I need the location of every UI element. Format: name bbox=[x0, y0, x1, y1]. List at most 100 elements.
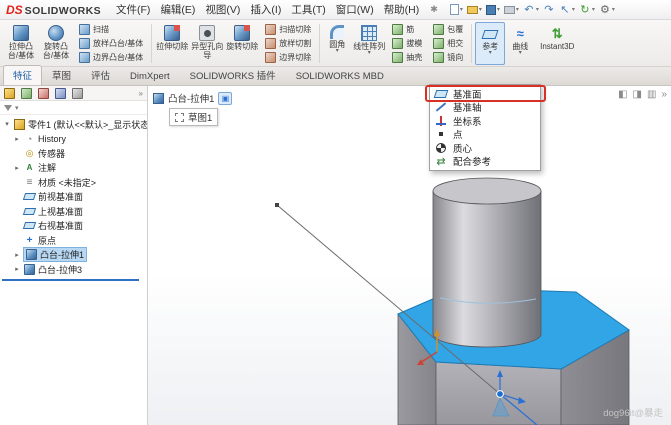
lofted-boss-button[interactable]: 放样凸台/基体 bbox=[76, 37, 146, 50]
swept-boss-button[interactable]: 扫描 bbox=[76, 23, 146, 36]
mate-reference-icon: ⇄ bbox=[435, 155, 447, 167]
displaymanager-tab-icon[interactable] bbox=[72, 88, 83, 99]
cylinder-body[interactable] bbox=[433, 191, 541, 347]
tree-item-boss-extrude1[interactable]: ▸ 凸台-拉伸1 bbox=[0, 248, 147, 263]
breadcrumb-sketch-chip[interactable]: 草图1 bbox=[169, 108, 218, 126]
rebuild-button[interactable]: ↻▾ bbox=[579, 3, 595, 16]
expand-arrow-icon[interactable]: ▸ bbox=[13, 251, 21, 259]
new-document-button[interactable]: ▾ bbox=[450, 4, 463, 15]
extruded-cut-button[interactable]: 拉伸切除 bbox=[155, 22, 189, 65]
intersect-button[interactable]: 相交 bbox=[430, 37, 466, 50]
mirror-button[interactable]: 镜向 bbox=[430, 51, 466, 64]
fillet-button[interactable]: 圆角 ▾ bbox=[323, 22, 351, 65]
rib-button[interactable]: 筋 bbox=[389, 23, 425, 36]
tab-sw-addins[interactable]: SOLIDWORKS 插件 bbox=[180, 65, 286, 85]
tree-item-boss-extrude3[interactable]: ▸ 凸台-拉伸3 bbox=[0, 262, 147, 277]
print-button[interactable]: ▾ bbox=[504, 6, 519, 14]
menu-file[interactable]: 文件(F) bbox=[111, 0, 155, 19]
boundary-cut-button[interactable]: 边界切除 bbox=[262, 51, 314, 64]
menu-item-center-of-mass[interactable]: 质心 bbox=[430, 141, 540, 155]
tree-item-history[interactable]: ▸ ◔ History bbox=[0, 132, 147, 147]
dimxpertmanager-tab-icon[interactable] bbox=[55, 88, 66, 99]
caret-down-icon: ▾ bbox=[516, 6, 519, 13]
open-button[interactable]: ▾ bbox=[467, 6, 482, 14]
revolved-cut-button[interactable]: 旋转切除 bbox=[225, 22, 259, 65]
logo-text: SOLIDWORKS bbox=[25, 5, 101, 17]
extruded-boss-button[interactable]: 拉伸凸台/基体 bbox=[4, 22, 38, 65]
tree-item-top-plane[interactable]: 上视基准面 bbox=[0, 204, 147, 219]
tab-sketch[interactable]: 草图 bbox=[42, 65, 81, 85]
filter-funnel-icon[interactable] bbox=[4, 105, 12, 111]
display-pane-icon-1[interactable]: ◧ bbox=[618, 89, 627, 100]
redo-button[interactable]: ↷ bbox=[543, 3, 555, 16]
boss-feature-stack: 扫描 放样凸台/基体 边界凸台/基体 bbox=[74, 22, 148, 65]
menu-window[interactable]: 窗口(W) bbox=[331, 0, 379, 19]
cylinder-top-face[interactable] bbox=[433, 178, 541, 204]
breadcrumb-feature-row[interactable]: 凸台-拉伸1 ▣ bbox=[153, 91, 232, 105]
graphics-viewport[interactable]: 凸台-拉伸1 ▣ 草图1 ◧ ◨ ▥ » dog96it@暴走 bbox=[148, 86, 671, 425]
rollback-bar[interactable] bbox=[2, 279, 139, 281]
tree-item-material[interactable]: ≡ 材质 <未指定> bbox=[0, 175, 147, 190]
wrap-button[interactable]: 包覆 bbox=[430, 23, 466, 36]
lofted-cut-button[interactable]: 放样切割 bbox=[262, 37, 314, 50]
propertymanager-tab-icon[interactable] bbox=[21, 88, 32, 99]
intersect-icon bbox=[433, 38, 444, 49]
tree-item-origin[interactable]: + 原点 bbox=[0, 233, 147, 248]
curves-button[interactable]: ≈ 曲线 ▾ bbox=[506, 22, 534, 65]
menu-item-coordinate-system[interactable]: 坐标系 bbox=[430, 114, 540, 128]
tree-root[interactable]: ▾ 零件1 (默认<<默认>_显示状态 bbox=[0, 117, 147, 132]
shell-button[interactable]: 抽壳 bbox=[389, 51, 425, 64]
menu-item-mate-reference[interactable]: ⇄ 配合参考 bbox=[430, 155, 540, 169]
hole-wizard-button[interactable]: 异型孔向导 bbox=[190, 22, 224, 65]
save-button[interactable]: ▾ bbox=[486, 5, 500, 15]
expand-arrow-icon[interactable]: ▸ bbox=[13, 135, 21, 143]
menu-tools[interactable]: 工具(T) bbox=[286, 0, 330, 19]
display-pane-expand-icon[interactable]: » bbox=[661, 89, 667, 100]
menu-item-axis[interactable]: 基准轴 bbox=[430, 101, 540, 115]
tree-item-annotations[interactable]: ▸ A 注解 bbox=[0, 161, 147, 176]
draft-button[interactable]: 拔模 bbox=[389, 37, 425, 50]
sketch-icon bbox=[175, 113, 184, 122]
menu-item-plane[interactable]: 基准面 bbox=[430, 87, 540, 101]
panel-chevron-icon[interactable]: » bbox=[139, 89, 143, 98]
display-pane-icon-2[interactable]: ◨ bbox=[633, 89, 642, 100]
tab-evaluate[interactable]: 评估 bbox=[81, 65, 120, 85]
menu-edit[interactable]: 编辑(E) bbox=[155, 0, 200, 19]
expand-arrow-icon[interactable]: ▸ bbox=[13, 164, 21, 172]
undo-button[interactable]: ↶▾ bbox=[523, 3, 539, 16]
selected-sketch-point[interactable] bbox=[497, 391, 504, 398]
instant3d-button[interactable]: ⇅ Instant3D bbox=[535, 22, 579, 65]
swept-cut-button[interactable]: 扫描切除 bbox=[262, 23, 314, 36]
expand-arrow-icon[interactable]: ▸ bbox=[13, 265, 21, 273]
extruded-boss-icon bbox=[13, 25, 29, 41]
menu-insert[interactable]: 插入(I) bbox=[245, 0, 286, 19]
edit-feature-button[interactable]: ▣ bbox=[218, 92, 232, 105]
options-button[interactable]: ⚙▾ bbox=[599, 3, 615, 16]
boundary-boss-button[interactable]: 边界凸台/基体 bbox=[76, 51, 146, 64]
tree-item-front-plane[interactable]: 前视基准面 bbox=[0, 190, 147, 205]
sketch-endpoint[interactable] bbox=[275, 203, 279, 207]
tab-sw-mbd[interactable]: SOLIDWORKS MBD bbox=[286, 68, 394, 85]
linear-pattern-button[interactable]: 线性阵列 ▾ bbox=[352, 22, 386, 65]
tab-dimxpert[interactable]: DimXpert bbox=[120, 68, 180, 85]
menu-pin-icon[interactable]: ✱ bbox=[430, 4, 438, 15]
caret-down-icon[interactable]: ▾ bbox=[15, 104, 19, 112]
select-button[interactable]: ↖▾ bbox=[559, 3, 575, 16]
caret-down-icon: ▾ bbox=[592, 6, 595, 13]
redo-icon: ↷ bbox=[543, 3, 555, 16]
menu-view[interactable]: 视图(V) bbox=[200, 0, 245, 19]
configurationmanager-tab-icon[interactable] bbox=[38, 88, 49, 99]
collapse-arrow-icon[interactable]: ▾ bbox=[3, 120, 11, 128]
menu-item-point[interactable]: 点 bbox=[430, 128, 540, 142]
menu-help[interactable]: 帮助(H) bbox=[379, 0, 425, 19]
tree-item-sensors[interactable]: ◎ 传感器 bbox=[0, 146, 147, 161]
reference-geometry-button[interactable]: 参考 ▾ bbox=[475, 22, 505, 65]
tree-item-right-plane[interactable]: 右视基准面 bbox=[0, 219, 147, 234]
caret-down-icon: ▾ bbox=[479, 6, 482, 13]
ribbon-separator bbox=[471, 24, 472, 63]
revolved-boss-button[interactable]: 旋转凸台/基体 bbox=[39, 22, 73, 65]
featuremanager-tab-icon[interactable] bbox=[4, 88, 15, 99]
applied-feature-stack-2: 包覆 相交 镜向 bbox=[428, 22, 468, 65]
display-pane-icon-3[interactable]: ▥ bbox=[647, 89, 656, 100]
tab-features[interactable]: 特征 bbox=[3, 65, 42, 85]
